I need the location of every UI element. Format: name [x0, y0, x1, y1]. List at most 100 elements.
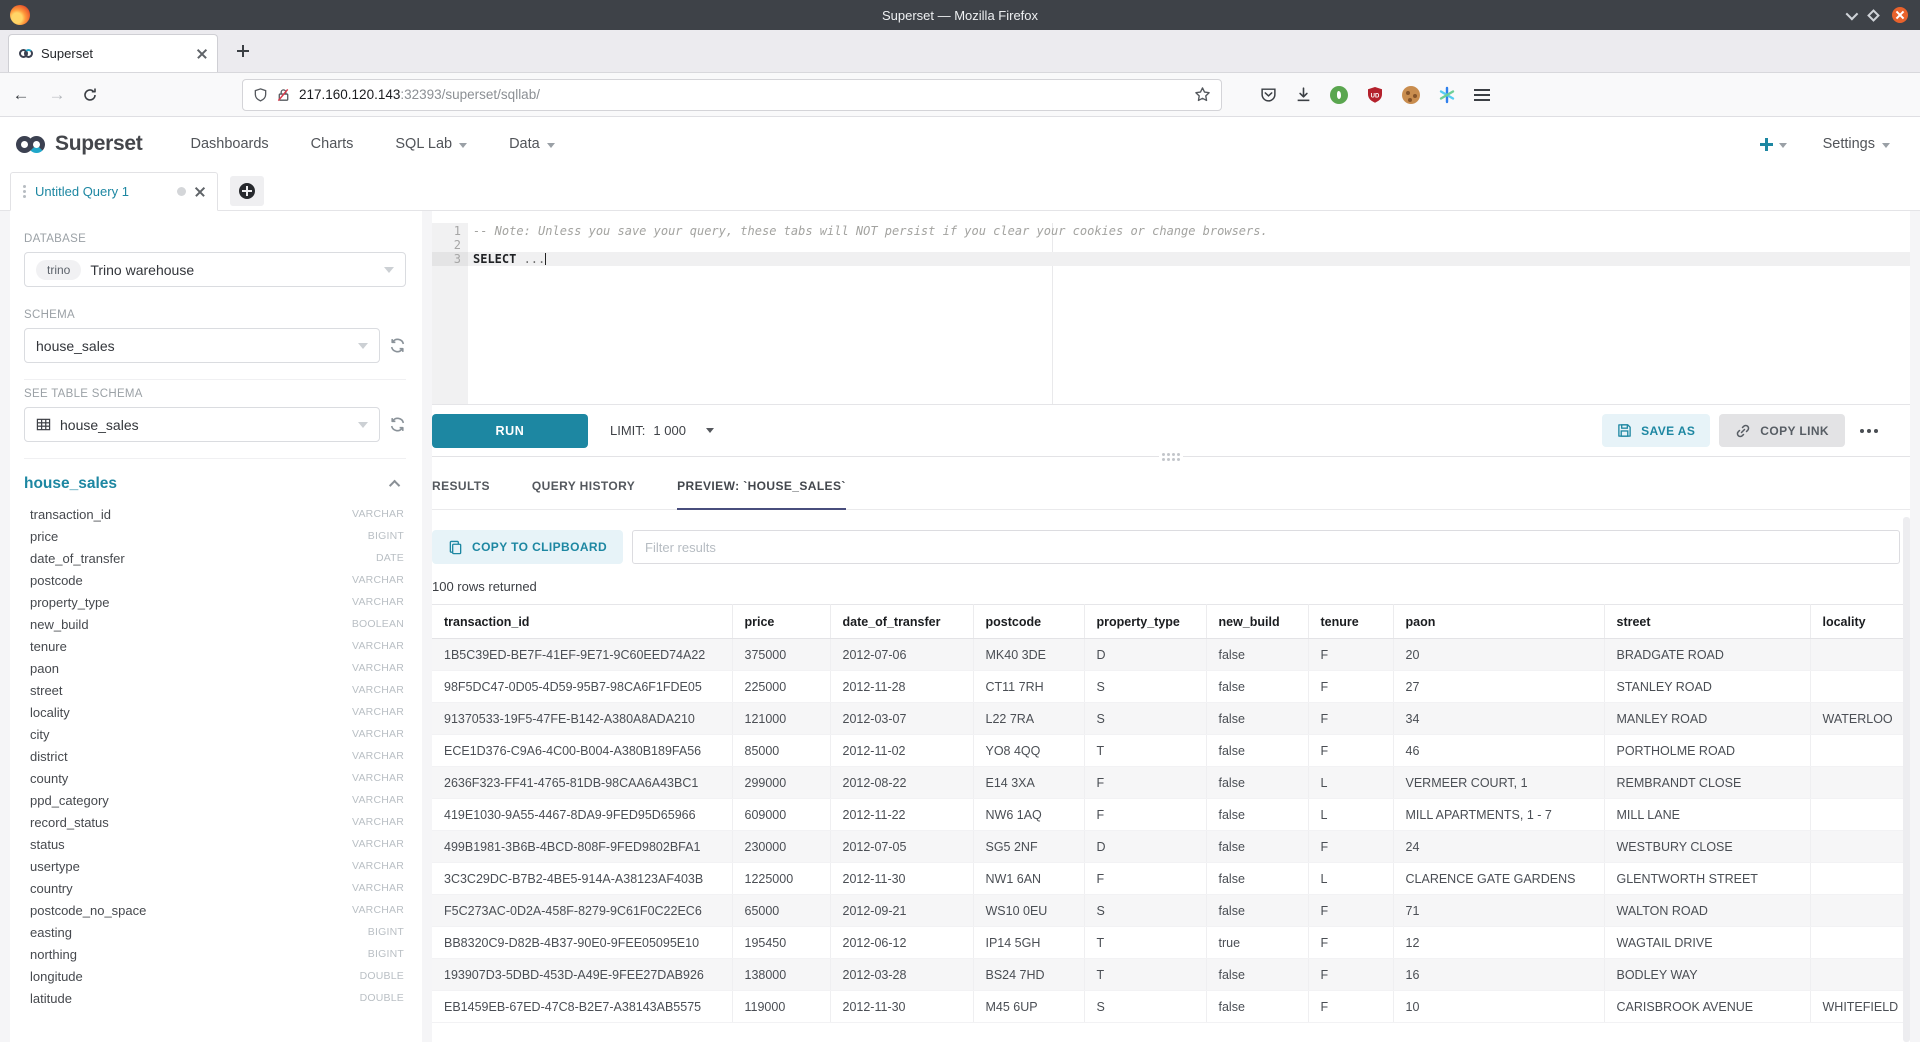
column-header-locality[interactable]: locality [1810, 605, 1910, 639]
table-cell: D [1084, 831, 1206, 863]
table-cell [1810, 735, 1910, 767]
results-tab-query-history[interactable]: QUERY HISTORY [532, 479, 635, 510]
divider [24, 458, 406, 459]
column-type: BIGINT [368, 926, 404, 938]
line-number: 2 [432, 238, 468, 252]
cookie-icon[interactable] [1402, 86, 1420, 104]
superset-brand: Superset [55, 132, 142, 156]
copy-to-clipboard-button[interactable]: COPY TO CLIPBOARD [432, 530, 623, 564]
tab-close-icon[interactable] [197, 49, 207, 59]
collapse-chevron-icon[interactable] [389, 480, 400, 491]
schema-column: eastingBIGINT [24, 921, 406, 943]
column-type: DATE [376, 552, 404, 564]
run-button[interactable]: RUN [432, 414, 588, 448]
table-cell: EB1459EB-67ED-47C8-B2E7-A38143AB5575 [432, 991, 732, 1023]
main-nav: Dashboards Charts SQL Lab Data [190, 136, 554, 152]
table-cell: S [1084, 991, 1206, 1023]
table-cell: MANLEY ROAD [1604, 703, 1810, 735]
table-cell: 2012-09-21 [830, 895, 973, 927]
column-header-new_build[interactable]: new_build [1206, 605, 1308, 639]
table-cell: T [1084, 735, 1206, 767]
table-select[interactable]: house_sales [24, 407, 380, 442]
table-cell: BODLEY WAY [1604, 959, 1810, 991]
nav-item-data[interactable]: Data [509, 136, 555, 152]
column-header-street[interactable]: street [1604, 605, 1810, 639]
adblock-shield-icon[interactable]: UD [1366, 86, 1384, 104]
browser-tabstrip: Superset [0, 30, 1920, 73]
table-cell: 2012-11-28 [830, 671, 973, 703]
column-header-price[interactable]: price [732, 605, 830, 639]
nav-item-sql-lab[interactable]: SQL Lab [395, 136, 467, 152]
schema-column: districtVARCHAR [24, 745, 406, 767]
schema-column: new_build BOOLEAN [24, 613, 406, 635]
more-options-button[interactable] [1854, 423, 1884, 439]
column-name: new_build [30, 617, 89, 632]
query-tab-close-icon[interactable] [195, 187, 205, 197]
forward-button[interactable]: → [46, 85, 68, 105]
window-maximize-icon[interactable] [1867, 9, 1880, 22]
column-type: VARCHAR [352, 596, 404, 608]
table-cell: NW6 1AQ [973, 799, 1084, 831]
table-schema-title[interactable]: house_sales [24, 475, 117, 493]
column-name: usertype [30, 859, 80, 874]
settings-menu[interactable]: Settings [1823, 136, 1890, 152]
filter-results-input[interactable] [632, 530, 1900, 564]
column-name: locality [30, 705, 70, 720]
table-cell: 12 [1393, 927, 1604, 959]
table-cell: 499B1981-3B6B-4BCD-808F-9FED9802BFA1 [432, 831, 732, 863]
column-type: VARCHAR [352, 772, 404, 784]
firefox-window: Superset — Mozilla Firefox Superset ← → [0, 0, 1920, 1042]
pocket-icon[interactable] [1260, 86, 1277, 103]
caret-down-icon [459, 143, 467, 148]
add-query-tab-button[interactable] [230, 176, 264, 206]
results-tab-preview[interactable]: PREVIEW: `HOUSE_SALES` [677, 479, 846, 510]
column-header-date_of_transfer[interactable]: date_of_transfer [830, 605, 973, 639]
refresh-schema-icon[interactable] [389, 337, 406, 354]
table-row: 91370533-19F5-47FE-B142-A380A8ADA2101210… [432, 703, 1910, 735]
database-select[interactable]: trino Trino warehouse [24, 252, 406, 287]
extension-green-icon[interactable] [1330, 86, 1348, 104]
download-icon[interactable] [1295, 86, 1312, 103]
insecure-lock-icon[interactable] [276, 87, 291, 103]
limit-dropdown[interactable]: LIMIT: 1 000 [610, 423, 714, 438]
reload-button[interactable] [82, 87, 98, 103]
column-header-tenure[interactable]: tenure [1308, 605, 1393, 639]
table-cell: L [1308, 799, 1393, 831]
results-scrollbar[interactable] [1903, 517, 1910, 1042]
table-cell: 138000 [732, 959, 830, 991]
menu-icon[interactable] [1474, 89, 1490, 101]
superset-logo-icon[interactable]: Superset [16, 132, 142, 156]
schema-select[interactable]: house_sales [24, 328, 380, 363]
schema-column: paonVARCHAR [24, 657, 406, 679]
column-header-paon[interactable]: paon [1393, 605, 1604, 639]
window-minimize-icon[interactable] [1846, 7, 1859, 20]
back-button[interactable]: ← [10, 85, 32, 105]
save-as-button[interactable]: SAVE AS [1602, 414, 1710, 447]
column-name: northing [30, 947, 77, 962]
drag-handle-icon[interactable] [23, 185, 26, 198]
table-cell: BRADGATE ROAD [1604, 639, 1810, 671]
table-row: F5C273AC-0D2A-458F-8279-9C61F0C22EC66500… [432, 895, 1910, 927]
copy-link-button[interactable]: COPY LINK [1719, 414, 1845, 447]
nav-item-charts[interactable]: Charts [311, 136, 354, 152]
shield-icon[interactable] [253, 87, 268, 103]
column-type: BOOLEAN [352, 618, 404, 630]
refresh-table-icon[interactable] [389, 416, 406, 433]
results-tab-results[interactable]: RESULTS [432, 479, 490, 510]
window-close-button[interactable] [1892, 7, 1908, 23]
table-cell: false [1206, 831, 1308, 863]
bookmark-star-icon[interactable] [1194, 86, 1211, 103]
url-bar[interactable]: 217.160.120.143:32393/superset/sqllab/ [242, 79, 1222, 111]
sql-editor[interactable]: 123 -- Note: Unless you save your query,… [432, 223, 1910, 404]
new-tab-button[interactable] [228, 30, 258, 72]
browser-tab[interactable]: Superset [8, 34, 218, 72]
extension-blue-icon[interactable] [1438, 86, 1456, 104]
table-cell: false [1206, 799, 1308, 831]
query-tab[interactable]: Untitled Query 1 [10, 172, 218, 211]
editor-code-area[interactable]: -- Note: Unless you save your query, the… [468, 223, 1910, 404]
add-new-button[interactable] [1760, 138, 1787, 151]
nav-item-dashboards[interactable]: Dashboards [190, 136, 268, 152]
column-header-transaction_id[interactable]: transaction_id [432, 605, 732, 639]
column-header-postcode[interactable]: postcode [973, 605, 1084, 639]
column-header-property_type[interactable]: property_type [1084, 605, 1206, 639]
